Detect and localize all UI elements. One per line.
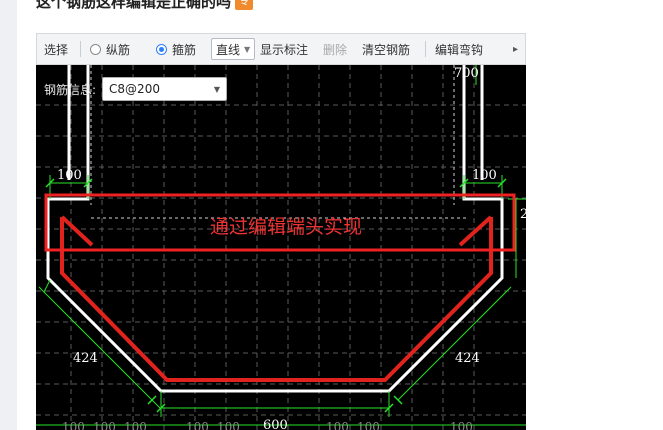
rebar-hook-right [458, 215, 493, 247]
longitudinal-label: 纵筋 [106, 42, 131, 57]
rebar-info-label: 钢筋信息: [44, 82, 97, 97]
dim-424-left: 424 [73, 351, 98, 366]
grid-dim: 100 [217, 420, 240, 430]
dimension-lines [36, 65, 526, 426]
rebar-info-panel: 钢筋信息: C8@200 ▼ [44, 77, 228, 101]
grid-dim: 100 [62, 420, 85, 430]
dimension-ticks [45, 178, 507, 413]
dim-600: 600 [263, 418, 288, 430]
grid-dim: 100 [186, 420, 209, 430]
line-mode-label: 直线 [216, 42, 241, 57]
longitudinal-radio[interactable]: 纵筋 [90, 34, 130, 64]
drawing-canvas[interactable]: 700 100 100 424 424 600 2 100 100 100 10… [36, 65, 526, 430]
grid-dim: 100 [93, 420, 116, 430]
grid-dim: 100 [326, 420, 349, 430]
annotation-text: 通过编辑端头实现 [210, 216, 362, 238]
grid-dim: 100 [450, 420, 473, 430]
dim-edge-right: 2 [520, 207, 526, 222]
select-button[interactable]: 选择 [44, 34, 68, 64]
dim-700: 700 [454, 66, 479, 81]
rebar-hook-left [60, 215, 94, 247]
rebar-info-select[interactable]: C8@200 ▼ [102, 77, 228, 101]
grid-dim: 100 [124, 420, 147, 430]
dim-100-right: 100 [472, 168, 497, 183]
radio-on-icon [156, 43, 167, 55]
delete-button[interactable]: 删除 [323, 34, 347, 64]
stirrup-label: 箍筋 [172, 42, 197, 57]
dropdown-arrow-icon: ▼ [213, 84, 221, 94]
dim-100-left: 100 [57, 168, 82, 183]
edit-hook-button[interactable]: 编辑弯钩 [435, 34, 483, 64]
line-mode-dropdown[interactable]: 直线 ▼ [211, 34, 256, 64]
page-title: 这个钢筋这样编辑是正确的吗 [36, 0, 232, 11]
question-title: 这个钢筋这样编辑是正确的吗 专 [36, 0, 254, 13]
clear-rebar-button[interactable]: 清空钢筋 [362, 34, 410, 64]
rebar-info-value: C8@200 [109, 82, 160, 96]
rebar-toolbar: 选择 纵筋 箍筋 直线 ▼ 显示标注 删除 清空钢筋 编辑弯钩 ▸ [36, 33, 526, 65]
grid-lines [36, 65, 526, 430]
left-panel-strip [0, 0, 17, 430]
show-dims-button[interactable]: 显示标注 [260, 34, 308, 64]
more-tools-icon[interactable]: ▸ [513, 34, 518, 64]
dropdown-arrow-icon: ▼ [244, 44, 251, 54]
grid-dim: 100 [357, 420, 380, 430]
section-drawing: 700 100 100 424 424 600 2 100 100 100 10… [36, 65, 526, 430]
toolbar-divider [80, 41, 81, 57]
stirrup-radio[interactable]: 箍筋 [156, 34, 196, 64]
dim-424-right: 424 [455, 351, 480, 366]
radio-off-icon [90, 43, 101, 55]
toolbar-divider [425, 41, 426, 57]
pro-badge: 专 [235, 0, 254, 10]
